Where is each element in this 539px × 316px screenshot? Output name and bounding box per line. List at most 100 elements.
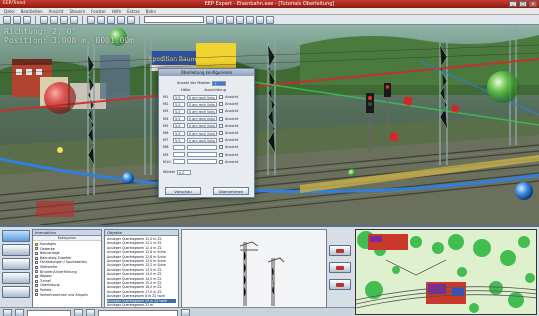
zoom-in-icon[interactable] — [206, 15, 214, 24]
mast-height-field[interactable]: 5.5 — [173, 130, 185, 136]
grid-toggle-icon[interactable] — [3, 309, 12, 316]
rotate-right-icon[interactable] — [86, 309, 95, 316]
preview-button[interactable]: Vorschau — [165, 187, 201, 195]
category-icon — [35, 288, 38, 292]
road-editor-icon[interactable] — [2, 244, 30, 256]
object-list-panel: Objekte Ausleger Quertragwerk 12,0 m Z2 A… — [104, 229, 179, 312]
scenery-editor-icon[interactable] — [2, 286, 30, 298]
view-2d-icon[interactable] — [87, 15, 95, 24]
mast-direction-field[interactable] — [187, 159, 217, 165]
menu-item[interactable]: Extras — [127, 8, 140, 14]
mast-direction-field[interactable]: 0 am rech links — [187, 137, 217, 143]
copy-icon[interactable] — [70, 15, 78, 24]
mast-row-label: M1 — [163, 95, 169, 99]
cut-icon[interactable] — [60, 15, 68, 24]
slider-track[interactable] — [98, 309, 178, 316]
object-list-item[interactable]: Ausleger Quertragwerk 12,6 m Schw — [107, 250, 176, 254]
menu-item[interactable]: Bearbeiten — [21, 8, 43, 14]
object-list: Ausleger Quertragwerk 12,0 m Z2 Ausleger … — [105, 236, 178, 313]
menu-item[interactable]: Bahn — [146, 8, 156, 14]
mast-checkbox[interactable] — [219, 152, 223, 157]
mast-height-field[interactable]: 5.5 — [173, 137, 185, 143]
maximize-button[interactable]: □ — [519, 1, 527, 7]
mast-checkbox[interactable] — [219, 138, 223, 143]
column-headers: Höhe Ausrichtung — [181, 87, 226, 93]
mast-direction-field[interactable]: 0 am rech links — [187, 123, 217, 129]
menu-item[interactable]: Fenster — [91, 8, 106, 14]
mast-direction-field[interactable]: 0 am rech links — [187, 94, 217, 100]
mast-row: M4 5.5 0 am rech links Ansicht — [163, 116, 238, 122]
light-icon[interactable] — [236, 15, 244, 24]
mast-direction-field[interactable]: 0 am rech links — [187, 130, 217, 136]
tram-editor-icon[interactable] — [2, 258, 30, 270]
insert-object-button[interactable] — [329, 245, 351, 256]
water-editor-icon[interactable] — [2, 272, 30, 284]
category-item[interactable]: Verkehrszeichen und Ampeln — [35, 293, 99, 298]
save-icon[interactable] — [23, 15, 31, 24]
mast-height-field[interactable] — [173, 159, 185, 165]
mast-checkbox[interactable] — [219, 145, 223, 150]
track-editor-icon[interactable] — [2, 230, 30, 242]
mast-checkbox[interactable] — [219, 102, 223, 107]
undo-icon[interactable] — [40, 15, 48, 24]
view-3d-icon[interactable] — [97, 15, 105, 24]
direction-column-header: Ausrichtung — [204, 88, 226, 92]
mast-check-label: Ansicht — [225, 109, 239, 114]
app-name: EEP/Trend — [3, 1, 26, 6]
zoom-out-icon[interactable] — [216, 15, 224, 24]
mast-count-label: Anzahl der Masten — [177, 81, 211, 85]
mast-direction-field[interactable] — [187, 152, 217, 158]
redo-icon[interactable] — [50, 15, 58, 24]
coordinate-hud: Richtung: 2, 0° Position: 3.008 m, 0001.… — [4, 27, 134, 45]
pause-icon[interactable] — [127, 15, 135, 24]
mast-checkbox[interactable] — [219, 109, 223, 114]
mast-check-label: Ansicht — [225, 131, 239, 135]
mast-checkbox[interactable] — [219, 131, 223, 135]
menu-item[interactable]: Hilfe — [112, 8, 121, 14]
angle-field[interactable]: 0.0 — [177, 169, 191, 175]
sound-icon[interactable] — [256, 15, 264, 24]
3d-viewport[interactable]: Spedition Baum & Reich Richtung: 2, 0° P… — [0, 25, 539, 225]
mast-height-field[interactable]: 5.5 — [173, 116, 185, 122]
category-icon — [35, 270, 38, 274]
mast-count-field[interactable]: 7 — [212, 80, 227, 86]
mast-checkbox[interactable] — [219, 95, 223, 99]
mast-height-field[interactable]: 5.5 — [173, 108, 185, 114]
mast-height-field[interactable] — [173, 152, 185, 158]
mast-height-field[interactable]: 5.5 — [173, 101, 185, 107]
menu-item[interactable]: Datei — [4, 8, 15, 14]
status-field[interactable] — [27, 309, 71, 316]
menu-item[interactable]: Steuern — [69, 8, 85, 14]
weather-icon[interactable] — [246, 15, 254, 24]
info-icon[interactable] — [181, 309, 190, 316]
replace-object-button[interactable] — [329, 262, 351, 273]
mast-direction-field[interactable]: 0 am rech links — [187, 116, 217, 122]
hud-line: Richtung: 2, 0° — [4, 27, 77, 36]
minimize-button[interactable]: _ — [509, 1, 517, 7]
mast-preview-image — [239, 241, 285, 306]
mast-checkbox[interactable] — [219, 159, 223, 164]
delete-object-button[interactable] — [329, 279, 351, 290]
mast-direction-field[interactable]: 0 am rech links — [187, 101, 217, 107]
settings-icon[interactable] — [266, 15, 274, 24]
grid-icon[interactable] — [226, 15, 234, 24]
mast-checkbox[interactable] — [219, 123, 223, 128]
minimap[interactable] — [355, 229, 537, 315]
camera-icon[interactable] — [107, 15, 115, 24]
open-file-icon[interactable] — [13, 15, 21, 24]
mast-row-label: M3 — [163, 109, 169, 114]
rotate-left-icon[interactable] — [74, 309, 83, 316]
apply-button[interactable]: Übernehmen — [213, 187, 249, 195]
mast-height-field[interactable] — [173, 144, 185, 150]
mast-height-field[interactable]: 5.5 — [173, 94, 185, 100]
mast-direction-field[interactable]: 0 am rech links — [187, 108, 217, 114]
play-icon[interactable] — [117, 15, 125, 24]
close-button[interactable]: ✕ — [529, 1, 537, 7]
mast-checkbox[interactable] — [219, 116, 223, 121]
layer-combo[interactable] — [144, 16, 204, 23]
mast-height-field[interactable]: 5.5 — [173, 123, 185, 129]
snap-toggle-icon[interactable] — [15, 309, 24, 316]
menu-item[interactable]: Ansicht — [49, 8, 64, 14]
mast-direction-field[interactable] — [187, 144, 217, 150]
new-file-icon[interactable] — [3, 15, 11, 24]
